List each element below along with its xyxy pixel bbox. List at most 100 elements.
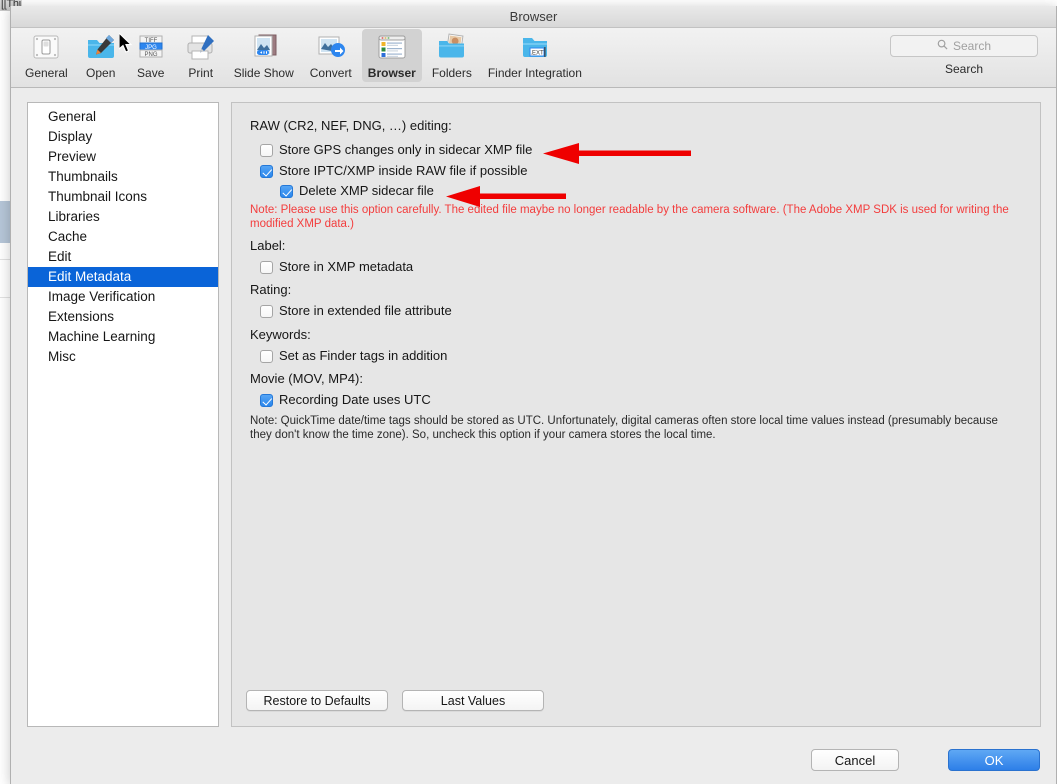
sidebar-item-image-verification[interactable]: Image Verification	[28, 287, 218, 307]
raw-warning-note: Note: Please use this option carefully. …	[250, 204, 1009, 230]
toolbar-item-slideshow[interactable]: Slide Show	[228, 29, 300, 82]
cancel-button[interactable]: Cancel	[811, 749, 899, 771]
rating-xattr-checkbox[interactable]	[260, 305, 273, 318]
general-prefs-icon	[29, 32, 63, 64]
ok-button[interactable]: OK	[948, 749, 1040, 771]
sidebar-item-edit[interactable]: Edit	[28, 247, 218, 267]
store-iptc-row[interactable]: Store IPTC/XMP inside RAW file if possib…	[260, 163, 528, 179]
delete-xmp-checkbox[interactable]	[280, 185, 293, 198]
svg-text:.EXT: .EXT	[530, 50, 544, 56]
toolbar-search-area: Search Search	[884, 28, 1044, 88]
preferences-toolbar: General Open TIFF JPG PNG Save Print Sli…	[11, 28, 1056, 88]
sidebar-item-label: Edit	[48, 249, 72, 264]
delete-xmp-label: Delete XMP sidecar file	[299, 183, 434, 198]
toolbar-item-browser[interactable]: Browser	[361, 29, 422, 82]
arrow-to-delete-xmp-checkbox	[446, 186, 566, 207]
toolbar-item-label: Save	[137, 66, 165, 80]
dialog-button-bar: Cancel OK	[11, 738, 1056, 784]
sidebar-item-preview[interactable]: Preview	[28, 147, 218, 167]
last-values-button[interactable]: Last Values	[402, 690, 544, 711]
toolbar-item-label: Browser	[367, 66, 416, 80]
rating-xattr-row[interactable]: Store in extended file attribute	[260, 303, 452, 319]
edit-metadata-pane: RAW (CR2, NEF, DNG, …) editing: Store GP…	[231, 102, 1041, 727]
sidebar-item-thumbnail-icons[interactable]: Thumbnail Icons	[28, 187, 218, 207]
raw-group-label: RAW (CR2, NEF, DNG, …) editing:	[250, 118, 452, 133]
finder-tags-row[interactable]: Set as Finder tags in addition	[260, 348, 447, 364]
toolbar-item-label: Print	[188, 66, 214, 80]
sidebar-item-label: Thumbnails	[48, 169, 118, 184]
toolbar-item-label: Open	[86, 66, 116, 80]
window-title: Browser	[509, 9, 558, 24]
toolbar-item-label: Slide Show	[233, 66, 294, 80]
sidebar-item-extensions[interactable]: Extensions	[28, 307, 218, 327]
toolbar-item-label: General	[25, 66, 68, 80]
store-label-xmp-row[interactable]: Store in XMP metadata	[260, 259, 413, 275]
sidebar-item-label: Display	[48, 129, 93, 144]
sidebar-item-label: General	[48, 109, 97, 124]
slideshow-icon	[247, 32, 281, 64]
keywords-group-label: Keywords:	[250, 327, 311, 342]
store-label-xmp-checkbox[interactable]	[260, 261, 273, 274]
label-group-label: Label:	[250, 238, 286, 253]
preferences-category-list[interactable]: General Display Preview Thumbnails Thumb…	[27, 102, 219, 727]
sidebar-item-label: Machine Learning	[48, 329, 156, 344]
store-gps-label: Store GPS changes only in sidecar XMP fi…	[279, 142, 533, 157]
toolbar-item-finder-integration[interactable]: .EXT Finder Integration	[482, 29, 588, 82]
sidebar-item-label: Libraries	[48, 209, 100, 224]
search-toolbar-label: Search	[944, 62, 984, 76]
store-gps-checkbox[interactable]	[260, 144, 273, 157]
search-input[interactable]: Search	[890, 35, 1038, 57]
window-titlebar[interactable]: Browser	[11, 6, 1056, 28]
rating-group-label: Rating:	[250, 282, 292, 297]
open-folder-icon	[84, 32, 118, 64]
sidebar-item-display[interactable]: Display	[28, 127, 218, 147]
mouse-cursor	[119, 33, 133, 53]
recording-utc-label: Recording Date uses UTC	[279, 392, 431, 407]
search-placeholder: Search	[952, 39, 992, 53]
sidebar-item-thumbnails[interactable]: Thumbnails	[28, 167, 218, 187]
delete-xmp-row[interactable]: Delete XMP sidecar file	[280, 183, 434, 199]
store-iptc-checkbox[interactable]	[260, 165, 273, 178]
sidebar-item-edit-metadata[interactable]: Edit Metadata	[28, 267, 218, 287]
toolbar-item-general[interactable]: General	[19, 29, 74, 82]
convert-icon	[314, 32, 348, 64]
toolbar-item-folders[interactable]: Folders	[426, 29, 478, 82]
toolbar-item-print[interactable]: Print	[178, 29, 224, 82]
restore-to-defaults-button[interactable]: Restore to Defaults	[246, 690, 388, 711]
folders-photo-icon	[435, 32, 469, 64]
browser-window-icon	[375, 32, 409, 64]
sidebar-item-label: Extensions	[48, 309, 115, 324]
sidebar-item-label: Edit Metadata	[48, 269, 132, 284]
toolbar-item-convert[interactable]: Convert	[304, 29, 358, 82]
arrow-to-store-gps-checkbox	[543, 143, 691, 164]
movie-note: Note: QuickTime date/time tags should be…	[250, 415, 998, 441]
sidebar-item-label: Preview	[48, 149, 97, 164]
recording-utc-row[interactable]: Recording Date uses UTC	[260, 392, 431, 408]
sidebar-item-label: Misc	[48, 349, 76, 364]
recording-utc-checkbox[interactable]	[260, 394, 273, 407]
sidebar-item-misc[interactable]: Misc	[28, 347, 218, 367]
toolbar-item-open[interactable]: Open	[78, 29, 124, 82]
sidebar-item-label: Image Verification	[48, 289, 156, 304]
toolbar-item-label: Finder Integration	[487, 66, 582, 80]
toolbar-item-label: Folders	[431, 66, 472, 80]
sidebar-item-label: Thumbnail Icons	[48, 189, 148, 204]
save-formats-icon: TIFF JPG PNG	[134, 32, 168, 64]
movie-group-label: Movie (MOV, MP4):	[250, 371, 363, 386]
sidebar-item-machine-learning[interactable]: Machine Learning	[28, 327, 218, 347]
search-icon	[937, 37, 948, 55]
sidebar-item-cache[interactable]: Cache	[28, 227, 218, 247]
toolbar-items: General Open TIFF JPG PNG Save Print Sli…	[17, 28, 590, 88]
sidebar-item-general[interactable]: General	[28, 107, 218, 127]
sidebar-item-libraries[interactable]: Libraries	[28, 207, 218, 227]
toolbar-item-label: Convert	[309, 66, 352, 80]
preferences-window: Browser General Open TIFF JPG PNG Save P…	[10, 6, 1057, 784]
svg-text:PNG: PNG	[144, 52, 157, 58]
store-gps-row[interactable]: Store GPS changes only in sidecar XMP fi…	[260, 142, 532, 158]
finder-ext-icon: .EXT	[518, 32, 552, 64]
finder-tags-label: Set as Finder tags in addition	[279, 348, 448, 363]
store-label-xmp-label: Store in XMP metadata	[279, 259, 414, 274]
printer-icon	[184, 32, 218, 64]
rating-xattr-label: Store in extended file attribute	[279, 303, 452, 318]
finder-tags-checkbox[interactable]	[260, 350, 273, 363]
